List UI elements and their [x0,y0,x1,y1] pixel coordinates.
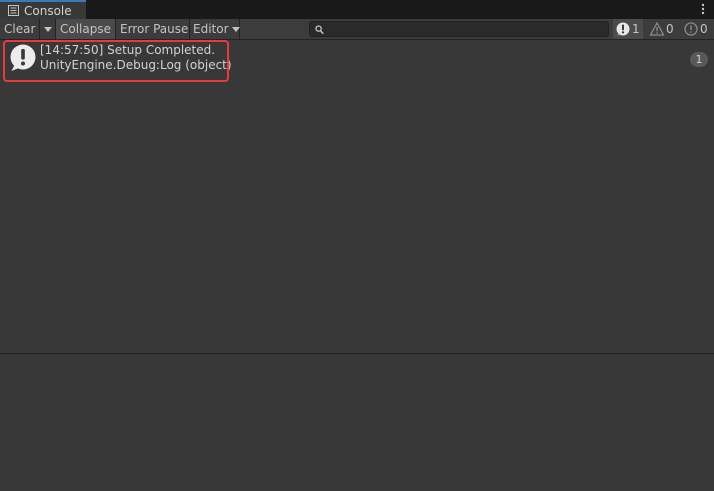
error-pause-toggle[interactable]: Error Pause [116,19,190,39]
error-filter-toggle[interactable]: 0 [681,19,711,39]
tab-console[interactable]: Console [0,0,86,19]
log-message: [14:57:50] Setup Completed. [40,43,216,57]
info-filter-toggle[interactable]: 1 [613,19,643,39]
search-field[interactable] [309,21,609,37]
vertical-ellipsis-icon[interactable] [698,2,708,16]
log-stack-trace: UnityEngine.Debug:Log (object) [40,58,232,72]
search-icon [315,24,324,35]
warning-filter-toggle[interactable]: 0 [647,19,677,39]
info-icon [9,44,37,72]
error-pause-label: Error Pause [120,22,189,36]
editor-dropdown[interactable]: Editor [190,19,240,39]
console-list-icon [8,5,19,16]
clear-button-label: Clear [4,22,36,36]
search-input[interactable] [326,22,604,36]
collapse-toggle[interactable]: Collapse [56,19,116,39]
log-details-pane[interactable] [0,354,714,491]
clear-options-dropdown[interactable] [40,19,56,39]
info-icon [616,22,630,36]
error-count: 0 [700,22,708,36]
console-toolbar: Clear Collapse Error Pause Editor 1 0 0 [0,19,714,40]
caret-down-icon [43,26,52,32]
console-window: Console Clear Collapse Error Pause Edito… [0,0,714,491]
clear-button[interactable]: Clear [0,19,40,39]
collapse-label: Collapse [60,22,111,36]
editor-label: Editor [193,22,229,36]
log-count-badge: 1 [690,52,708,67]
log-list[interactable]: [14:57:50] Setup Completed. UnityEngine.… [0,40,714,353]
error-icon [684,22,698,36]
tab-label: Console [24,3,72,18]
log-entry[interactable]: [14:57:50] Setup Completed. UnityEngine.… [0,40,714,82]
info-count: 1 [632,22,640,36]
tab-bar: Console [0,0,714,19]
warning-count: 0 [666,22,674,36]
caret-down-icon [231,26,240,32]
warning-icon [649,21,665,36]
